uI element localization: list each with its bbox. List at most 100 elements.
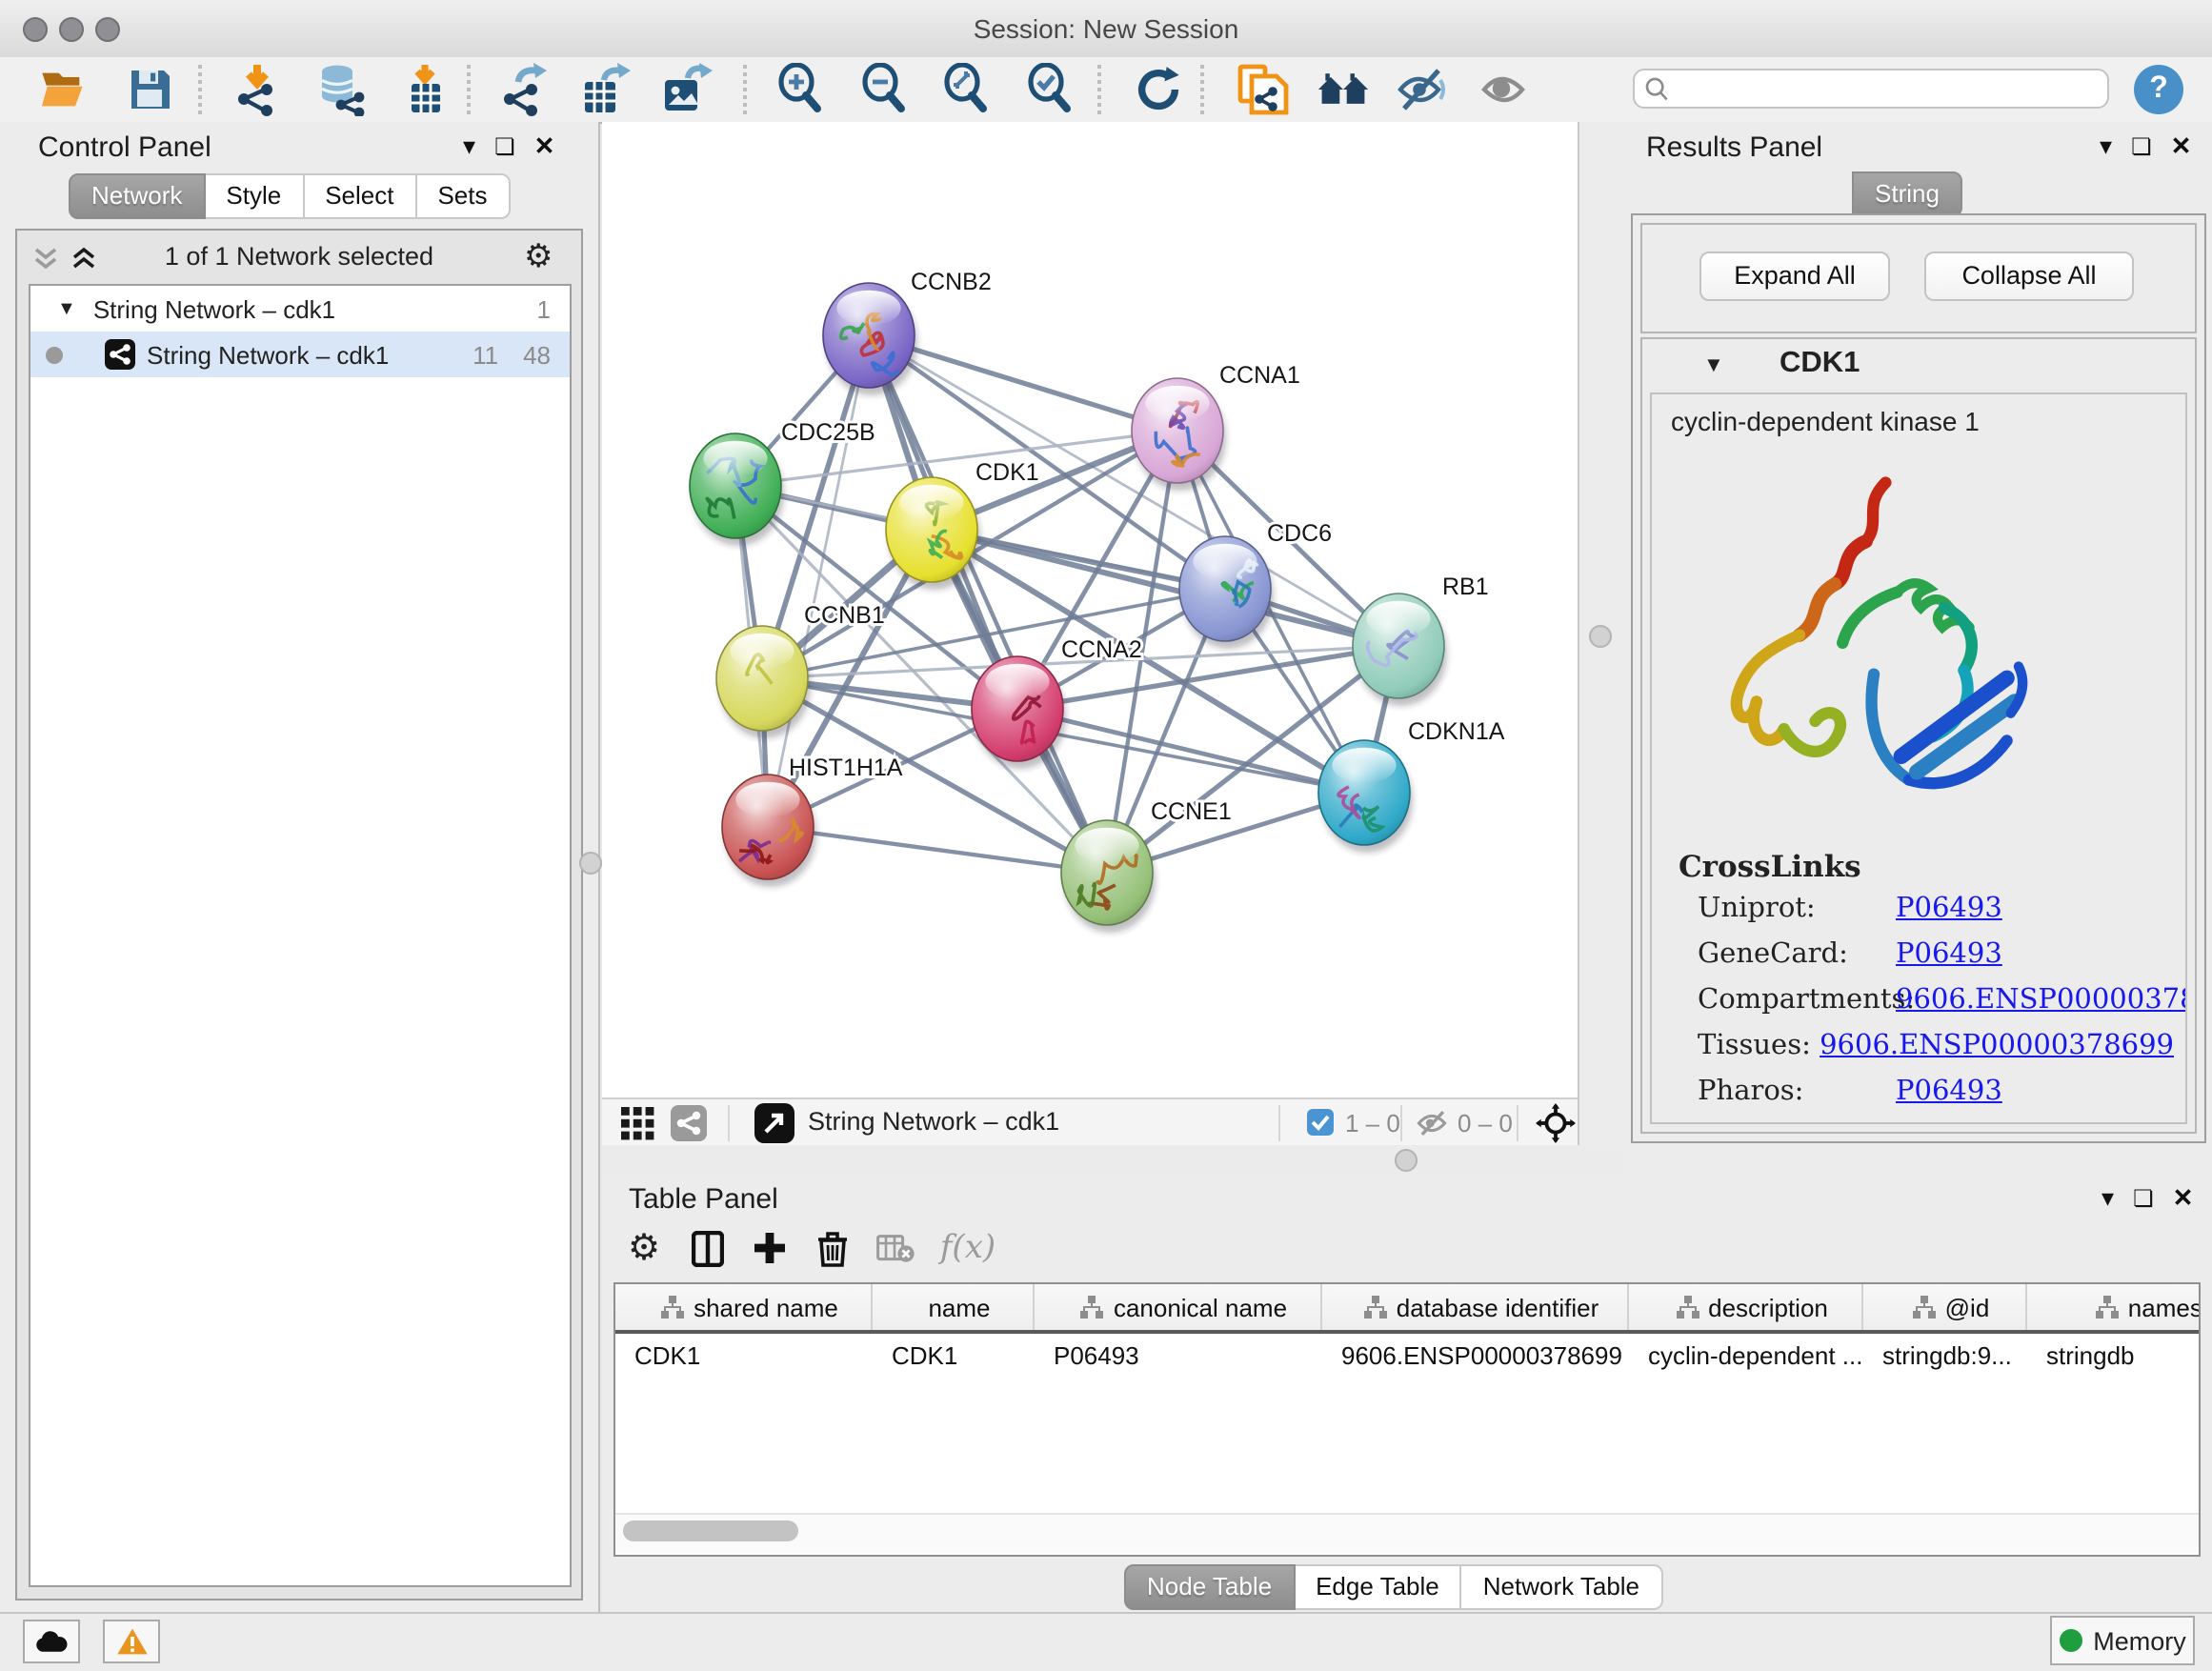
- column-header-1[interactable]: name: [873, 1284, 1035, 1330]
- table-options-gear-icon[interactable]: ⚙: [621, 1225, 667, 1271]
- node-CCNE1[interactable]: [1061, 820, 1156, 933]
- import-network-file-icon[interactable]: [231, 63, 284, 116]
- tab-node-table[interactable]: Node Table: [1124, 1564, 1295, 1610]
- warnings-button[interactable]: [103, 1620, 160, 1663]
- node-CCNB1[interactable]: [716, 626, 811, 738]
- crosslink-value[interactable]: P06493: [1896, 939, 2002, 970]
- import-table-file-icon[interactable]: [398, 63, 452, 116]
- table-cell[interactable]: 9606.ENSP00000378699: [1322, 1334, 1629, 1379]
- column-header-4[interactable]: description: [1629, 1284, 1863, 1330]
- export-image-icon[interactable]: [659, 63, 713, 116]
- zoom-out-icon[interactable]: [859, 63, 913, 116]
- zoom-fit-icon[interactable]: [941, 63, 995, 116]
- crosslink-value[interactable]: 9606.ENSP00000378699: [1896, 985, 2187, 1016]
- tab-select[interactable]: Select: [304, 173, 416, 219]
- network-column-icon: [1913, 1296, 1936, 1319]
- maximize-panel-icon[interactable]: ❏: [494, 133, 515, 160]
- show-all-icon[interactable]: [1478, 63, 1532, 116]
- network-options-gear-icon[interactable]: ⚙: [524, 238, 553, 276]
- table-cell[interactable]: CDK1: [615, 1334, 873, 1379]
- memory-button[interactable]: Memory: [2050, 1616, 2195, 1665]
- node-CDC6[interactable]: [1179, 536, 1274, 649]
- node-CCNA1[interactable]: [1132, 378, 1226, 491]
- close-panel-icon[interactable]: ✕: [2171, 131, 2192, 162]
- crosslink-label: Uniprot:: [1698, 894, 1896, 924]
- crosslink-value[interactable]: P06493: [1896, 894, 2002, 924]
- column-header-0[interactable]: shared name: [615, 1284, 873, 1330]
- home-icon[interactable]: [1317, 63, 1370, 116]
- node-CDK1[interactable]: [886, 477, 980, 590]
- node-CCNA2[interactable]: [972, 656, 1066, 769]
- float-panel-icon[interactable]: ▾: [463, 131, 475, 162]
- expand-all-button[interactable]: Expand All: [1699, 252, 1890, 301]
- collection-expand-icon[interactable]: ▼: [57, 298, 76, 319]
- tab-edge-table[interactable]: Edge Table: [1295, 1564, 1462, 1610]
- network-row[interactable]: String Network – cdk1 11 48: [30, 332, 570, 377]
- float-panel-icon[interactable]: ▾: [2100, 131, 2112, 162]
- scrollbar-thumb[interactable]: [623, 1520, 798, 1541]
- left-splitter-handle[interactable]: [579, 852, 602, 875]
- search-box: [1633, 69, 2109, 109]
- node-HIST1H1A[interactable]: [722, 775, 816, 887]
- node-CDKN1A[interactable]: [1318, 740, 1413, 853]
- hide-selected-icon[interactable]: [1395, 63, 1448, 116]
- tab-sets[interactable]: Sets: [416, 173, 510, 219]
- table-h-scrollbar[interactable]: [615, 1513, 2199, 1553]
- selected-checkbox-icon[interactable]: [1307, 1109, 1334, 1136]
- table-cell[interactable]: cyclin-dependent ...: [1629, 1334, 1863, 1379]
- search-input[interactable]: [1633, 69, 2109, 109]
- bottom-splitter-handle[interactable]: [1395, 1149, 1418, 1172]
- crosslink-value[interactable]: 9606.ENSP00000378699: [1820, 1031, 2174, 1061]
- float-panel-icon[interactable]: ▾: [2101, 1183, 2114, 1214]
- import-network-database-icon[interactable]: [314, 63, 368, 116]
- export-network-icon[interactable]: [495, 63, 549, 116]
- edge-CCNA2-CDKN1A[interactable]: [1017, 709, 1364, 793]
- table-cell[interactable]: stringdb:9...: [1863, 1334, 2027, 1379]
- right-splitter-handle[interactable]: [1589, 625, 1612, 648]
- network-collection-row[interactable]: ▼ String Network – cdk1 1: [30, 286, 570, 332]
- birdseye-grid-icon[interactable]: [621, 1107, 655, 1141]
- column-header-5[interactable]: @id: [1863, 1284, 2027, 1330]
- column-header-3[interactable]: database identifier: [1322, 1284, 1629, 1330]
- tab-network-table[interactable]: Network Table: [1462, 1564, 1662, 1610]
- edge-HIST1H1A-CCNE1[interactable]: [768, 827, 1107, 873]
- node-RB1[interactable]: [1353, 594, 1447, 706]
- zoom-in-icon[interactable]: [775, 63, 829, 116]
- table-cell[interactable]: stringdb: [2027, 1334, 2201, 1379]
- help-button[interactable]: ?: [2134, 65, 2183, 114]
- toolbar-separator: [1097, 65, 1101, 114]
- table-row[interactable]: CDK1CDK1P064939606.ENSP00000378699cyclin…: [615, 1334, 2199, 1379]
- add-column-icon[interactable]: [747, 1225, 793, 1271]
- maximize-panel-icon[interactable]: ❏: [2133, 1185, 2154, 1212]
- table-cell[interactable]: CDK1: [873, 1334, 1035, 1379]
- edge-CCNB2-CCNE1[interactable]: [869, 335, 1107, 873]
- cloud-button[interactable]: [23, 1620, 80, 1663]
- zoom-selected-icon[interactable]: [1025, 63, 1078, 116]
- network-share-icon[interactable]: [671, 1105, 707, 1141]
- tab-style[interactable]: Style: [205, 173, 304, 219]
- refresh-view-icon[interactable]: [1132, 63, 1185, 116]
- collapse-all-button[interactable]: Collapse All: [1924, 252, 2134, 301]
- column-header-6[interactable]: namespace: [2027, 1284, 2201, 1330]
- show-columns-icon[interactable]: [684, 1225, 730, 1271]
- open-session-icon[interactable]: [36, 63, 90, 116]
- crosslink-value[interactable]: P06493: [1896, 1077, 2002, 1107]
- fit-content-crosshair-icon[interactable]: [1536, 1103, 1576, 1143]
- close-panel-icon[interactable]: ✕: [2173, 1183, 2194, 1214]
- tab-network[interactable]: Network: [69, 173, 205, 219]
- table-cell[interactable]: P06493: [1035, 1334, 1322, 1379]
- tab-string[interactable]: String: [1852, 171, 1962, 217]
- network-canvas[interactable]: CCNB2CCNA1CDC25BCDK1CDC6RB1CCNB1CCNA2CDK…: [602, 122, 1578, 1097]
- maximize-panel-icon[interactable]: ❏: [2131, 133, 2152, 160]
- gene-expand-icon[interactable]: ▼: [1703, 354, 1724, 377]
- cloud-icon: [34, 1629, 69, 1654]
- snapshot-icon[interactable]: [1237, 63, 1290, 116]
- save-session-icon[interactable]: [124, 63, 177, 116]
- export-table-icon[interactable]: [577, 63, 631, 116]
- open-in-new-window-icon[interactable]: [754, 1103, 794, 1143]
- column-header-2[interactable]: canonical name: [1035, 1284, 1322, 1330]
- close-panel-icon[interactable]: ✕: [534, 131, 555, 162]
- node-CCNB2[interactable]: [823, 283, 917, 395]
- node-CDC25B[interactable]: [690, 433, 784, 546]
- delete-column-icon[interactable]: [810, 1225, 855, 1271]
